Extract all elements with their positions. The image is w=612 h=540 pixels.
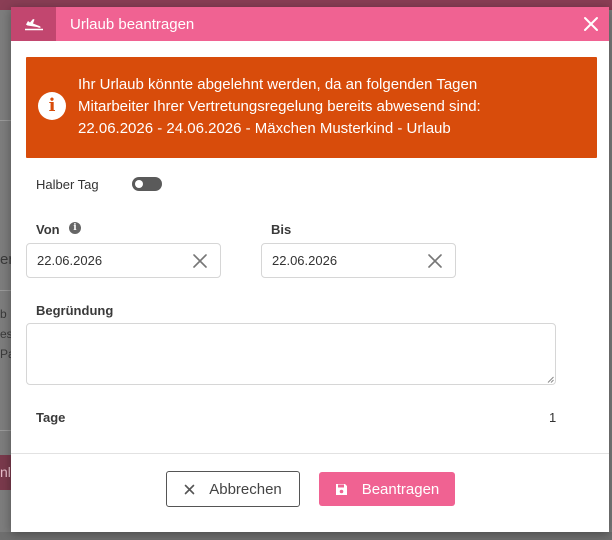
alert-line: Mitarbeiter Ihrer Vertretungsregelung be… — [78, 98, 481, 115]
to-label: Bis — [271, 222, 292, 237]
background-text: b — [0, 307, 7, 321]
cancel-button[interactable]: Abbrechen — [166, 471, 300, 507]
to-date-input[interactable] — [272, 253, 412, 268]
clear-icon[interactable] — [427, 253, 443, 269]
reason-label: Begründung — [36, 303, 114, 318]
from-label: Von — [36, 222, 60, 237]
to-date-field[interactable] — [261, 243, 456, 278]
info-icon: i — [38, 92, 66, 120]
airplane-icon — [24, 19, 43, 31]
background-text: nl — [0, 464, 11, 480]
alert-message: Ihr Urlaub könnte abgelehnt werden, da a… — [78, 74, 588, 140]
info-icon[interactable]: i — [69, 222, 81, 234]
close-icon[interactable] — [582, 15, 600, 33]
toggle-knob — [135, 180, 143, 188]
cancel-button-label: Abbrechen — [209, 480, 282, 498]
half-day-label: Halber Tag — [36, 177, 99, 192]
submit-button[interactable]: Beantragen — [319, 472, 455, 506]
vacation-request-dialog: Urlaub beantragen i Ihr Urlaub könnte ab… — [11, 7, 609, 532]
reason-textarea[interactable] — [26, 323, 556, 385]
background-bottom — [0, 532, 612, 540]
clear-icon[interactable] — [192, 253, 208, 269]
resize-grip-icon[interactable] — [547, 376, 554, 383]
footer-divider — [11, 453, 609, 454]
alert-line: Ihr Urlaub könnte abgelehnt werden, da a… — [78, 76, 478, 93]
alert-line: 22.06.2026 - 24.06.2026 - Mäxchen Muster… — [78, 120, 451, 137]
submit-button-label: Beantragen — [361, 480, 440, 498]
dialog-title: Urlaub beantragen — [70, 16, 195, 33]
half-day-toggle[interactable] — [132, 177, 162, 191]
save-icon — [335, 483, 347, 495]
days-label: Tage — [36, 410, 66, 425]
days-value: 1 — [549, 410, 557, 425]
from-date-input[interactable] — [37, 253, 177, 268]
warning-alert: i Ihr Urlaub könnte abgelehnt werden, da… — [26, 57, 597, 158]
header-icon-box — [11, 7, 56, 41]
close-icon — [184, 484, 195, 494]
from-date-field[interactable] — [26, 243, 221, 278]
dialog-header: Urlaub beantragen — [11, 7, 609, 41]
